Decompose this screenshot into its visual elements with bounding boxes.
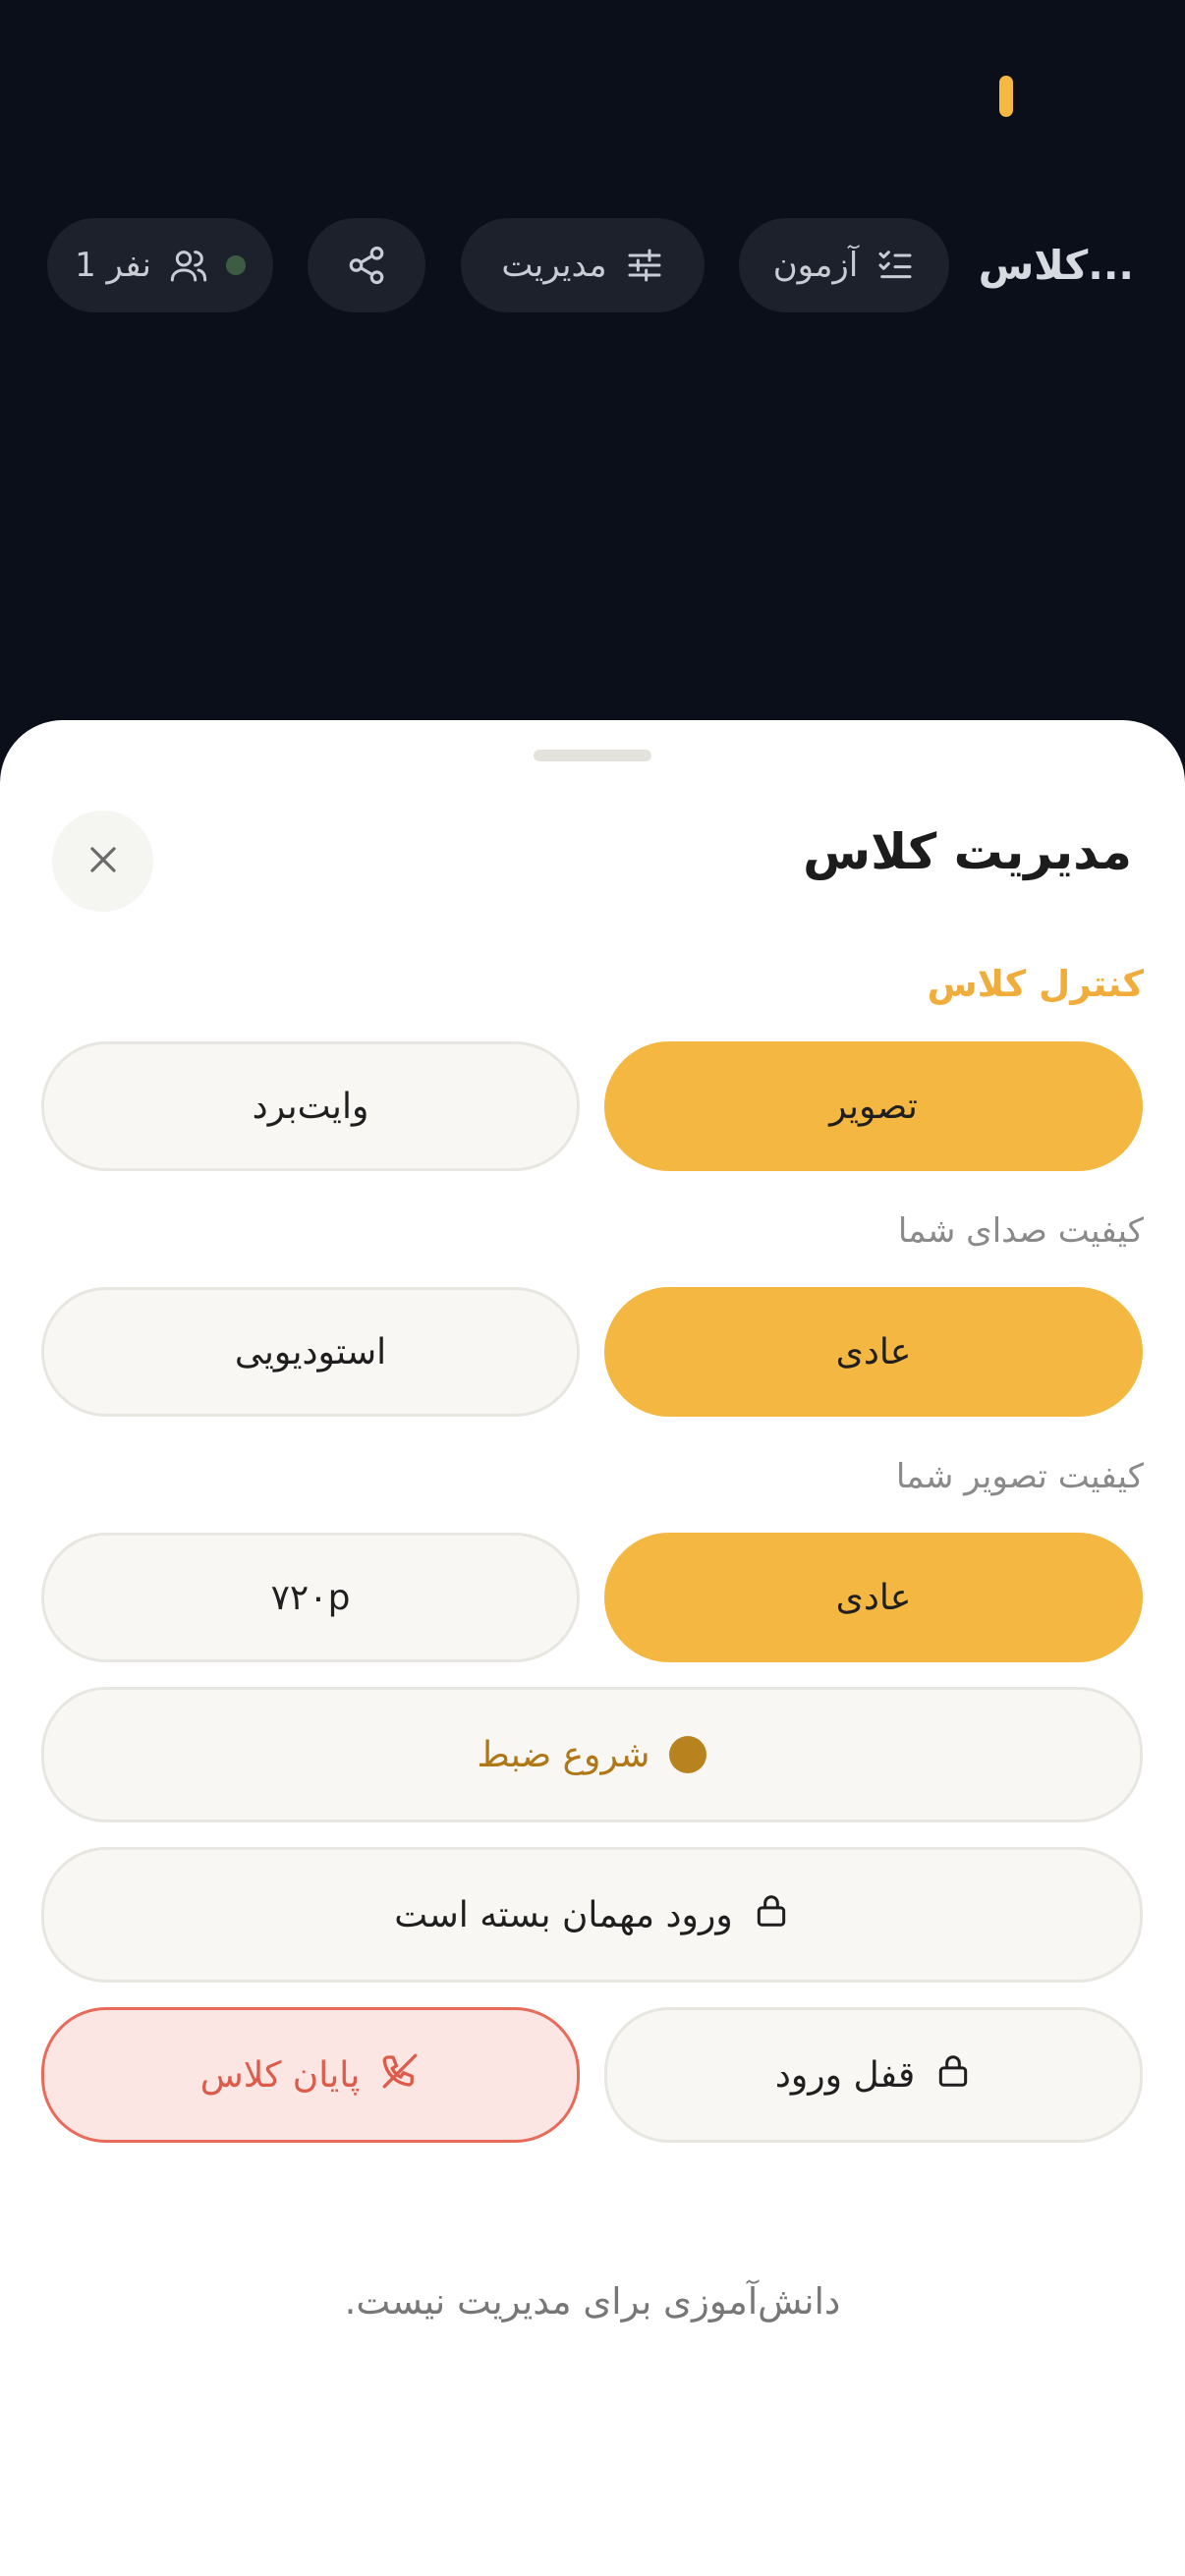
guest-entry-label: ورود مهمان بسته است <box>394 1894 733 1935</box>
class-control-whiteboard-option[interactable]: وایت‌برد <box>41 1041 580 1171</box>
quiz-button[interactable]: آزمون <box>739 218 949 312</box>
audio-normal-label: عادی <box>835 1331 912 1372</box>
guest-entry-button[interactable]: ورود مهمان بسته است <box>41 1847 1143 1983</box>
audio-quality-studio-option[interactable]: استودیویی <box>41 1287 580 1417</box>
online-status-dot <box>225 255 246 275</box>
video-area: کلاس... آزمون مدیریت 1 نفر <box>0 0 1185 727</box>
end-class-label: پایان کلاس <box>199 2054 361 2096</box>
manage-label: مدیریت <box>501 246 607 285</box>
participants-button[interactable]: 1 نفر <box>47 218 273 312</box>
lock-entry-label: قفل ورود <box>774 2054 916 2096</box>
video-720-label: ۷۲۰p <box>270 1577 351 1618</box>
close-icon <box>85 841 122 882</box>
image-option-label: تصویر <box>829 1086 918 1127</box>
start-recording-button[interactable]: شروع ضبط <box>41 1687 1143 1822</box>
sheet-title: مدیریت کلاس <box>803 823 1132 880</box>
lock-entry-button[interactable]: قفل ورود <box>604 2007 1143 2143</box>
share-button[interactable] <box>308 218 425 312</box>
share-icon <box>346 245 387 286</box>
class-title: کلاس... <box>978 242 1134 289</box>
video-quality-720-option[interactable]: ۷۲۰p <box>41 1533 580 1662</box>
class-control-image-option[interactable]: تصویر <box>604 1041 1143 1171</box>
lock-icon <box>934 2052 972 2099</box>
video-quality-normal-option[interactable]: عادی <box>604 1533 1143 1662</box>
close-button[interactable] <box>52 811 153 912</box>
class-control-label: کنترل کلاس <box>927 963 1144 1005</box>
manage-button[interactable]: مدیریت <box>461 218 705 312</box>
audio-quality-label: کیفیت صدای شما <box>897 1211 1144 1251</box>
end-class-button[interactable]: پایان کلاس <box>41 2007 580 2143</box>
sheet-drag-handle[interactable] <box>534 750 651 761</box>
empty-students-message: دانش‌آموزی برای مدیریت نیست. <box>344 2280 841 2323</box>
record-icon <box>669 1736 707 1773</box>
video-quality-label: کیفیت تصویر شما <box>895 1457 1144 1496</box>
phone-off-icon <box>379 2050 421 2100</box>
lock-icon <box>753 1892 790 1938</box>
class-management-sheet: مدیریت کلاس کنترل کلاس تصویر وایت‌برد کی… <box>0 720 1185 2576</box>
video-normal-label: عادی <box>835 1577 912 1618</box>
status-indicator <box>999 76 1013 117</box>
users-icon <box>169 246 208 285</box>
quiz-label: آزمون <box>772 246 859 285</box>
audio-quality-normal-option[interactable]: عادی <box>604 1287 1143 1417</box>
start-recording-label: شروع ضبط <box>477 1734 650 1775</box>
sliders-icon <box>625 246 664 285</box>
whiteboard-option-label: وایت‌برد <box>252 1086 369 1127</box>
checklist-icon <box>875 246 915 285</box>
participants-count: 1 نفر <box>75 246 151 285</box>
class-toolbar: کلاس... آزمون مدیریت 1 نفر <box>0 218 1185 312</box>
audio-studio-label: استودیویی <box>234 1331 387 1372</box>
